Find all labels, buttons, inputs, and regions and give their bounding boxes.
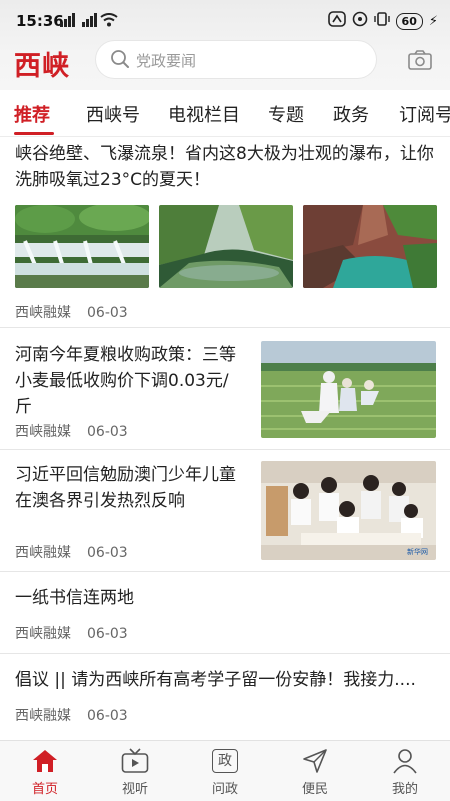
send-icon bbox=[270, 747, 360, 775]
waterfall-cascade-photo bbox=[15, 205, 149, 288]
nav-home-label: 首页 bbox=[31, 782, 58, 797]
vibrate-icon bbox=[373, 11, 390, 31]
news-date: 06-03 bbox=[87, 424, 128, 440]
tab-topics[interactable]: 专题 bbox=[268, 101, 304, 127]
news-card-4[interactable]: 一纸书信连两地 西峡融媒 06-03 bbox=[0, 572, 450, 654]
tab-recommend[interactable]: 推荐 bbox=[14, 101, 50, 127]
tab-tv-programs[interactable]: 电视栏目 bbox=[168, 101, 240, 127]
news-meta: 西峡融媒 06-03 bbox=[15, 302, 128, 322]
nfc-icon bbox=[327, 11, 346, 31]
battery-indicator: 60 bbox=[395, 12, 423, 30]
nav-home[interactable]: 首页 bbox=[0, 747, 90, 797]
news-source: 西峡融媒 bbox=[15, 708, 71, 724]
news-date: 06-03 bbox=[87, 708, 128, 724]
news-title: 习近平回信勉励澳门少年儿童在澳各界引发热烈反响 bbox=[15, 465, 236, 511]
news-meta: 西峡融媒 06-03 bbox=[15, 705, 128, 725]
tab-government[interactable]: 政务 bbox=[333, 101, 369, 127]
active-tab-indicator bbox=[14, 132, 54, 135]
nav-audio-video[interactable]: 视听 bbox=[90, 747, 180, 797]
wheat-field-photo bbox=[261, 341, 436, 438]
status-time: 15:36 bbox=[16, 12, 64, 30]
charging-icon: ⚡ bbox=[428, 13, 438, 29]
news-card-5[interactable]: 倡议 || 请为西峡所有高考学子留一份安静！我接力.... 西峡融媒 06-03 bbox=[0, 654, 450, 740]
children-classroom-photo: 新华网 bbox=[261, 461, 436, 560]
app-logo[interactable]: 西峡 bbox=[14, 44, 70, 83]
signal-icon bbox=[60, 13, 104, 31]
home-icon bbox=[0, 747, 90, 775]
news-date: 06-03 bbox=[87, 545, 128, 561]
news-title: 倡议 || 请为西峡所有高考学子留一份安静！我接力.... bbox=[15, 670, 416, 690]
news-source: 西峡融媒 bbox=[15, 305, 71, 321]
app-header: 15:36 60 ⚡ 西峡 党政要闻 bbox=[0, 0, 450, 90]
news-meta: 西峡融媒 06-03 bbox=[15, 542, 128, 562]
news-title: 峡谷绝壁、飞瀑流泉！省内这8大极为壮观的瀑布，让你洗肺吸氧过23°C的夏天！ bbox=[15, 144, 434, 190]
news-card-1[interactable]: 峡谷绝壁、飞瀑流泉！省内这8大极为壮观的瀑布，让你洗肺吸氧过23°C的夏天！ 西… bbox=[0, 137, 450, 328]
news-source: 西峡融媒 bbox=[15, 545, 71, 561]
zheng-icon: 政 bbox=[180, 747, 270, 775]
news-title: 河南今年夏粮收购政策：三等小麦最低收购价下调0.03元/斤 bbox=[15, 345, 236, 417]
news-date: 06-03 bbox=[87, 626, 128, 642]
status-bar: 15:36 60 ⚡ bbox=[0, 0, 450, 40]
news-feed[interactable]: 峡谷绝壁、飞瀑流泉！省内这8大极为壮观的瀑布，让你洗肺吸氧过23°C的夏天！ 西… bbox=[0, 137, 450, 740]
news-source: 西峡融媒 bbox=[15, 626, 71, 642]
channel-tabs: 推荐 西峡号 电视栏目 专题 政务 订阅号 bbox=[0, 90, 450, 137]
tab-xixia-hao[interactable]: 西峡号 bbox=[86, 101, 140, 127]
news-date: 06-03 bbox=[87, 305, 128, 321]
news-meta: 西峡融媒 06-03 bbox=[15, 421, 128, 441]
tv-icon bbox=[90, 747, 180, 775]
alarm-icon bbox=[352, 11, 368, 31]
tab-subscriptions[interactable]: 订阅号 bbox=[399, 101, 450, 127]
news-card-2[interactable]: 河南今年夏粮收购政策：三等小麦最低收购价下调0.03元/斤 西峡融媒 06-03 bbox=[0, 328, 450, 450]
camera-icon[interactable] bbox=[408, 50, 432, 74]
canyon-gorge-photo bbox=[303, 205, 437, 288]
watermark-xinhuanet: 新华网 bbox=[407, 547, 428, 556]
nav-audio-video-label: 视听 bbox=[121, 782, 148, 797]
news-title: 一纸书信连两地 bbox=[15, 588, 134, 608]
news-source: 西峡融媒 bbox=[15, 424, 71, 440]
nav-ask-government[interactable]: 政 问政 bbox=[180, 747, 270, 797]
news-meta: 西峡融媒 06-03 bbox=[15, 623, 128, 643]
search-icon bbox=[110, 49, 130, 73]
nav-convenience-label: 便民 bbox=[301, 782, 328, 797]
nav-mine[interactable]: 我的 bbox=[360, 747, 450, 797]
wifi-icon bbox=[100, 13, 118, 31]
user-icon bbox=[360, 747, 450, 775]
nav-mine-label: 我的 bbox=[391, 782, 418, 797]
bottom-nav: 首页 视听 政 问政 便民 我的 bbox=[0, 740, 450, 801]
search-box[interactable]: 党政要闻 bbox=[96, 41, 376, 78]
nav-ask-government-label: 问政 bbox=[211, 782, 238, 797]
news-card-3[interactable]: 习近平回信勉励澳门少年儿童在澳各界引发热烈反响 新华网 西峡融媒 06-03 bbox=[0, 450, 450, 572]
nav-convenience[interactable]: 便民 bbox=[270, 747, 360, 797]
search-placeholder: 党政要闻 bbox=[136, 52, 197, 70]
river-valley-photo bbox=[159, 205, 293, 288]
